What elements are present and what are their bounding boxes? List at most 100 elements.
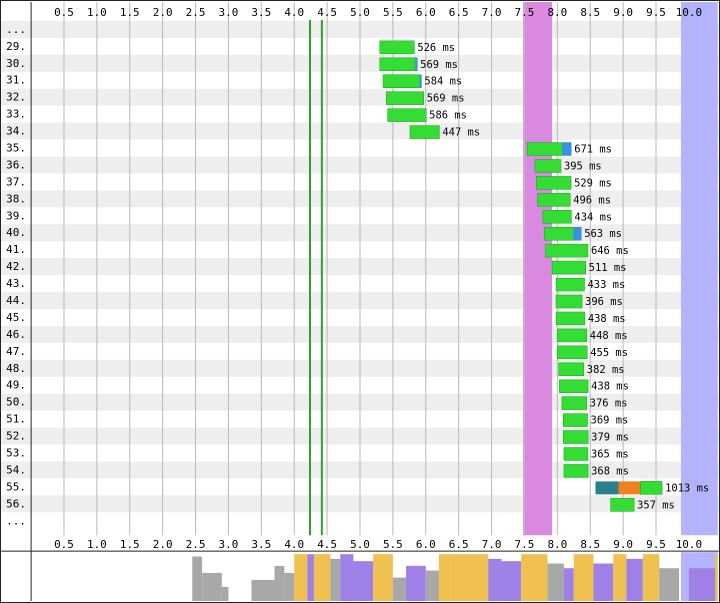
request-bar-download[interactable]: [555, 311, 586, 326]
rows-top-ellipsis: ...: [6, 23, 26, 36]
request-bar-download[interactable]: [555, 294, 583, 309]
cpu-activity-segment: [642, 554, 660, 602]
cpu-activity-segment: [353, 561, 374, 602]
axis-tick-label: 2.0: [153, 6, 173, 19]
request-bar-download[interactable]: [563, 464, 589, 478]
axis-tick-label: 9.5: [646, 538, 666, 551]
on-load-band: [523, 1, 553, 536]
request-bar-download[interactable]: [561, 396, 587, 410]
axis-tick-label: 0.5: [54, 538, 74, 551]
request-bar-download[interactable]: [387, 108, 427, 122]
axis-tick-label: 3.5: [251, 538, 271, 551]
axis-tick-label: 1.0: [87, 538, 107, 551]
request-bar-download[interactable]: [563, 430, 589, 444]
request-duration-label: 563 ms: [584, 228, 622, 240]
request-bar-ssl[interactable]: [595, 481, 619, 495]
request-bar-download[interactable]: [563, 413, 588, 427]
request-number: 47.: [6, 345, 26, 358]
request-bar-download[interactable]: [536, 176, 572, 190]
request-number: 43.: [6, 277, 26, 290]
request-duration-label: 365 ms: [591, 448, 629, 460]
cpu-activity-segment: [202, 572, 222, 602]
axis-tick-label: 4.0: [284, 538, 304, 551]
cpu-activity-segment: [192, 556, 203, 602]
cpu-activity-segment: [313, 554, 331, 602]
request-number: 51.: [6, 413, 26, 426]
axis-tick-label: 1.5: [120, 538, 140, 551]
request-bar-download[interactable]: [639, 481, 663, 495]
request-bar-download[interactable]: [542, 210, 572, 224]
request-number: 46.: [6, 328, 26, 341]
request-number: 30.: [6, 57, 26, 70]
cpu-activity-segment: [626, 558, 643, 602]
request-number: 36.: [6, 158, 26, 171]
axis-tick-label: 7.5: [515, 538, 535, 551]
request-bar-download[interactable]: [563, 447, 589, 461]
request-duration-label: 1013 ms: [665, 482, 709, 494]
request-bar-download[interactable]: [555, 277, 585, 292]
request-number: 52.: [6, 430, 26, 443]
cpu-activity-segment: [307, 554, 314, 602]
request-bar-download[interactable]: [534, 159, 562, 173]
axis-tick-label: 1.0: [87, 6, 107, 19]
request-bar-wait[interactable]: [419, 74, 422, 88]
axis-tick-label: 2.5: [186, 538, 206, 551]
request-number: 29.: [6, 40, 26, 53]
axis-tick-label: 1.5: [120, 6, 140, 19]
cpu-activity-segment: [688, 568, 716, 602]
request-bar-download[interactable]: [558, 362, 585, 377]
request-number: 49.: [6, 379, 26, 392]
request-bar-download[interactable]: [382, 74, 422, 88]
cpu-activity-segment: [563, 568, 574, 602]
request-bar-download[interactable]: [559, 379, 589, 393]
request-bar-download[interactable]: [610, 498, 635, 512]
request-duration-label: 584 ms: [424, 76, 462, 88]
axis-tick-label: 8.5: [580, 538, 600, 551]
request-bar-download[interactable]: [386, 91, 424, 105]
request-bar-download[interactable]: [551, 260, 586, 275]
request-bar-download[interactable]: [537, 193, 571, 207]
request-number: 41.: [6, 243, 26, 256]
cpu-activity-segment: [455, 554, 489, 602]
axis-tick-label: 8.0: [547, 538, 567, 551]
cpu-activity-segment: [438, 554, 456, 602]
axis-tick-label: 3.0: [219, 538, 239, 551]
request-duration-label: 529 ms: [574, 177, 612, 189]
cpu-activity-segment: [340, 554, 354, 602]
request-duration-label: 369 ms: [591, 415, 629, 427]
request-bar-wait[interactable]: [562, 142, 572, 156]
request-bar-wait[interactable]: [573, 227, 582, 241]
cpu-activity-segment: [521, 554, 548, 602]
request-bar-download[interactable]: [409, 125, 440, 139]
axis-tick-label: 8.0: [547, 6, 567, 19]
request-number: 55.: [6, 480, 26, 493]
request-bar-connect[interactable]: [618, 481, 641, 495]
request-bar-download[interactable]: [557, 328, 588, 343]
request-duration-label: 496 ms: [573, 194, 611, 206]
request-duration-label: 569 ms: [420, 59, 458, 71]
request-bar-download[interactable]: [379, 57, 418, 72]
cpu-activity-segment: [284, 572, 295, 602]
request-number: 33.: [6, 108, 26, 121]
cpu-activity-segment: [406, 565, 426, 602]
axis-tick-label: 4.0: [284, 6, 304, 19]
request-bar-download[interactable]: [545, 243, 589, 258]
request-number: 50.: [6, 396, 26, 409]
request-duration-label: 434 ms: [574, 211, 612, 223]
request-duration-label: 433 ms: [588, 279, 626, 291]
request-bar-wait[interactable]: [415, 57, 418, 71]
request-bar-download[interactable]: [379, 40, 415, 55]
request-bar-download[interactable]: [557, 345, 588, 360]
request-duration-label: 455 ms: [590, 347, 628, 359]
axis-tick-label: 5.5: [383, 6, 403, 19]
axis-tick-label: 5.5: [383, 538, 403, 551]
request-number: 32.: [6, 91, 26, 104]
cpu-activity-segment: [501, 561, 522, 602]
request-number: 39.: [6, 209, 26, 222]
axis-tick-label: 6.5: [449, 538, 469, 551]
axis-tick-label: 7.0: [482, 538, 502, 551]
cpu-activity-segment: [330, 558, 341, 602]
request-duration-label: 368 ms: [591, 465, 629, 477]
request-duration-label: 438 ms: [588, 313, 626, 325]
cpu-activity-segment: [488, 558, 502, 602]
